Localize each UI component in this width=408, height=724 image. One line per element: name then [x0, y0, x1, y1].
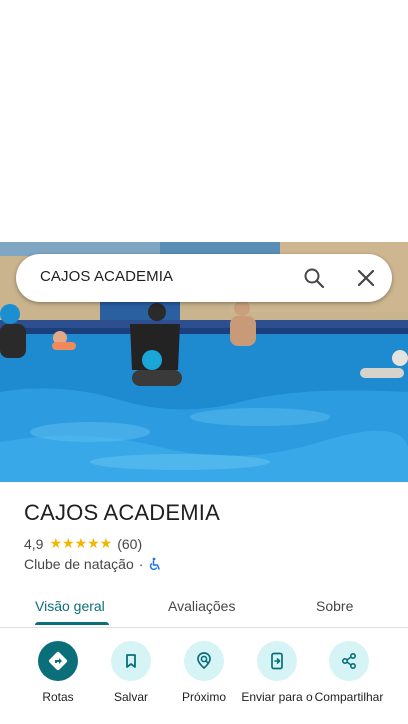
bookmark-icon: [111, 641, 151, 681]
directions-label: Rotas: [42, 690, 74, 704]
nearby-label: Próximo: [181, 690, 226, 704]
directions-icon: [38, 641, 78, 681]
search-icon[interactable]: [302, 266, 326, 290]
send-to-phone-label: Enviar para o: [241, 690, 313, 704]
share-icon: [329, 641, 369, 681]
send-to-phone-icon: [257, 641, 297, 681]
place-title: CAJOS ACADEMIA: [24, 500, 220, 525]
tab-overview[interactable]: Visão geral: [35, 598, 105, 614]
directions-button[interactable]: Rotas: [20, 641, 96, 705]
rating-value: 4,9: [24, 535, 44, 552]
tab-about[interactable]: Sobre: [316, 598, 353, 614]
send-to-phone-button[interactable]: Enviar para o: [239, 641, 315, 705]
close-icon[interactable]: [354, 266, 378, 290]
map-area-blank: [0, 0, 408, 242]
share-label: Compartilhar: [314, 690, 384, 704]
tab-reviews[interactable]: Avaliações: [168, 598, 235, 614]
active-tab-indicator: [35, 622, 109, 625]
search-bar[interactable]: CAJOS ACADEMIA: [16, 254, 392, 302]
separator-dot: ·: [138, 556, 144, 572]
place-category: Clube de natação: [24, 556, 134, 572]
category-row: Clube de natação ·: [24, 556, 162, 572]
search-input[interactable]: CAJOS ACADEMIA: [40, 268, 173, 285]
nearby-button[interactable]: Próximo: [166, 641, 242, 705]
star-rating-icon: ★★★★★: [49, 535, 113, 551]
save-button[interactable]: Salvar: [93, 641, 169, 705]
share-button[interactable]: Compartilhar: [311, 641, 387, 705]
wheelchair-accessible-icon: [148, 557, 162, 571]
action-buttons-row: Rotas Salvar Próximo Enviar para o Compa: [0, 641, 408, 721]
review-count: (60): [117, 535, 143, 552]
save-label: Salvar: [113, 690, 148, 704]
place-details-sheet: CAJOS ACADEMIA 4,9 ★★★★★ (60) Clube de n…: [0, 482, 408, 724]
rating-row[interactable]: 4,9 ★★★★★ (60): [24, 535, 142, 552]
nearby-icon: [184, 641, 224, 681]
